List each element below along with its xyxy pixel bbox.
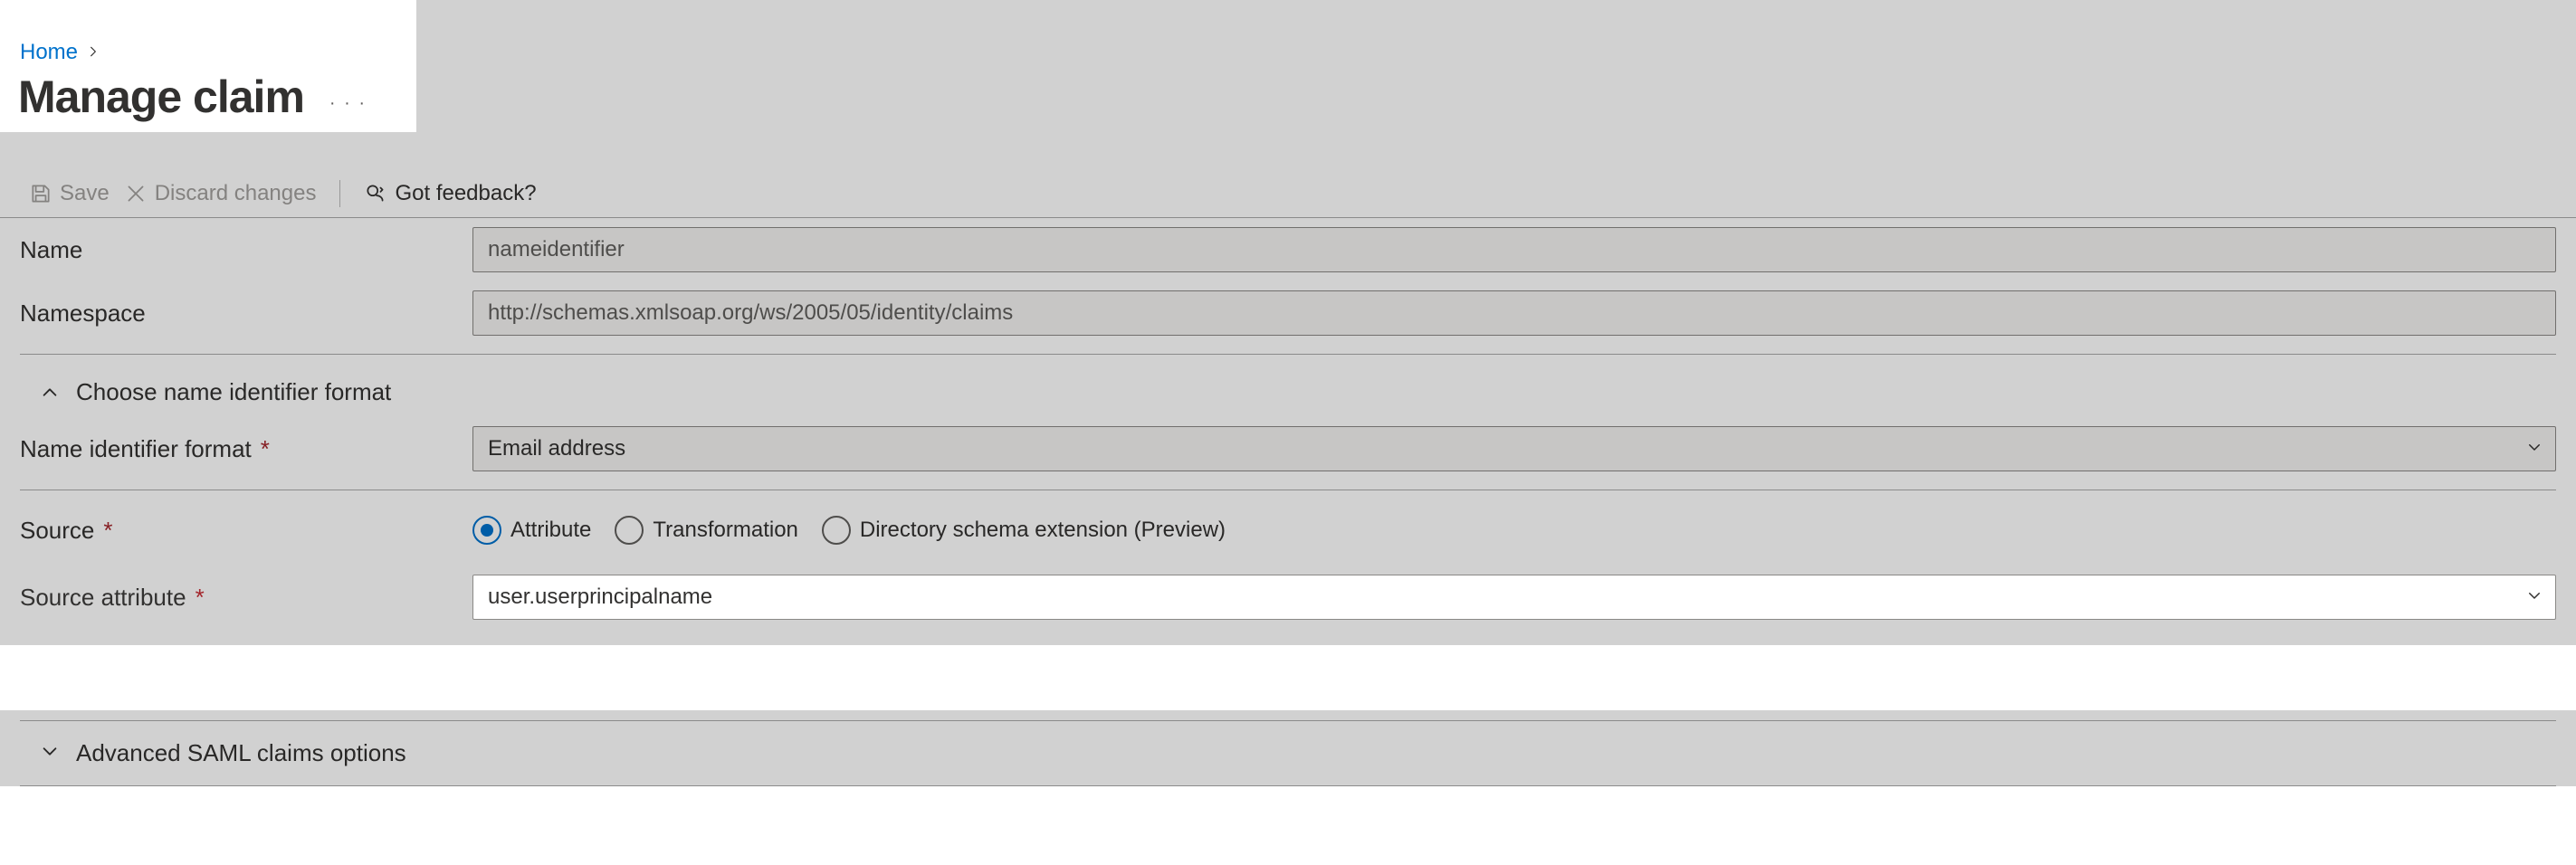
radio-checked-icon (472, 516, 501, 545)
feedback-button[interactable]: Got feedback? (362, 179, 538, 208)
discard-icon (124, 182, 148, 205)
breadcrumb: Home (0, 29, 416, 65)
name-identifier-format-select[interactable]: Email address (472, 426, 2556, 471)
name-input[interactable] (472, 227, 2556, 272)
claim-conditions-section-toggle[interactable]: Claim conditions (0, 656, 2576, 720)
source-radio-directory-extension[interactable]: Directory schema extension (Preview) (822, 516, 1226, 545)
page-title: Manage claim (18, 71, 304, 123)
discard-changes-button[interactable]: Discard changes (122, 179, 319, 208)
radio-unchecked-icon (822, 516, 851, 545)
chevron-up-icon (40, 383, 60, 403)
page-more-button[interactable]: · · · (329, 93, 367, 114)
breadcrumb-home-link[interactable]: Home (20, 40, 78, 65)
advanced-saml-claims-section-toggle[interactable]: Advanced SAML claims options (0, 721, 2576, 785)
chevron-down-icon (40, 739, 60, 767)
save-icon (29, 182, 52, 205)
source-label: Source* (20, 517, 472, 545)
source-radio-transformation[interactable]: Transformation (615, 516, 798, 545)
name-identifier-format-label: Name identifier format* (20, 435, 472, 463)
source-attribute-label: Source attribute* (20, 584, 472, 612)
namespace-label: Namespace (20, 299, 472, 328)
chevron-right-icon (87, 43, 100, 62)
radio-unchecked-icon (615, 516, 644, 545)
save-button[interactable]: Save (27, 179, 111, 208)
chevron-down-icon (2526, 587, 2543, 608)
namespace-input[interactable] (472, 290, 2556, 336)
source-attribute-select[interactable]: user.userprincipalname (472, 575, 2556, 620)
chevron-down-icon (2526, 439, 2543, 460)
feedback-icon (364, 182, 387, 205)
chevron-down-icon (40, 674, 60, 702)
name-identifier-format-section-toggle[interactable]: Choose name identifier format (0, 364, 2576, 417)
source-radio-attribute[interactable]: Attribute (472, 516, 591, 545)
name-label: Name (20, 236, 472, 264)
